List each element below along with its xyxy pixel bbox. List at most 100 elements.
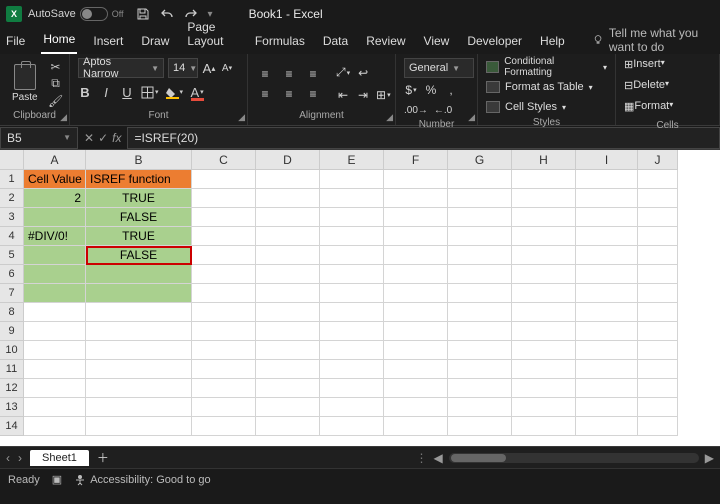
cell-H6[interactable] xyxy=(512,265,576,284)
cell-A5[interactable] xyxy=(24,246,86,265)
cell-H7[interactable] xyxy=(512,284,576,303)
cell-E10[interactable] xyxy=(320,341,384,360)
cell-H4[interactable] xyxy=(512,227,576,246)
cell-J3[interactable] xyxy=(638,208,678,227)
cell-A9[interactable] xyxy=(24,322,86,341)
delete-cells-button[interactable]: ⊟Delete▾ xyxy=(624,79,673,98)
cell-I10[interactable] xyxy=(576,341,638,360)
cell-D7[interactable] xyxy=(256,284,320,303)
cell-D4[interactable] xyxy=(256,227,320,246)
cell-H3[interactable] xyxy=(512,208,576,227)
cell-J1[interactable] xyxy=(638,170,678,189)
cell-I9[interactable] xyxy=(576,322,638,341)
row-header-10[interactable]: 10 xyxy=(0,341,24,360)
align-left-icon[interactable]: ≡ xyxy=(256,86,274,102)
align-center-icon[interactable]: ≡ xyxy=(280,86,298,102)
cell-A7[interactable] xyxy=(24,284,86,303)
col-header-F[interactable]: F xyxy=(384,150,448,170)
cell-I8[interactable] xyxy=(576,303,638,322)
cell-I3[interactable] xyxy=(576,208,638,227)
cell-A2[interactable]: 2 xyxy=(24,189,86,208)
col-header-B[interactable]: B xyxy=(86,150,192,170)
clipboard-launcher-icon[interactable]: ◢ xyxy=(60,112,67,123)
cell-E11[interactable] xyxy=(320,360,384,379)
menu-insert[interactable]: Insert xyxy=(91,30,125,54)
scroll-left-icon[interactable]: ◀ xyxy=(434,451,443,465)
macro-record-icon[interactable]: ▣ xyxy=(52,473,62,486)
row-header-1[interactable]: 1 xyxy=(0,170,24,189)
cell-J2[interactable] xyxy=(638,189,678,208)
cell-C12[interactable] xyxy=(192,379,256,398)
cell-E3[interactable] xyxy=(320,208,384,227)
cell-F10[interactable] xyxy=(384,341,448,360)
cell-A6[interactable] xyxy=(24,265,86,284)
cell-I7[interactable] xyxy=(576,284,638,303)
menu-draw[interactable]: Draw xyxy=(139,30,171,54)
row-header-14[interactable]: 14 xyxy=(0,417,24,436)
cell-D9[interactable] xyxy=(256,322,320,341)
col-header-E[interactable]: E xyxy=(320,150,384,170)
cell-C3[interactable] xyxy=(192,208,256,227)
menu-formulas[interactable]: Formulas xyxy=(253,30,307,54)
cell-F3[interactable] xyxy=(384,208,448,227)
cell-F14[interactable] xyxy=(384,417,448,436)
row-header-12[interactable]: 12 xyxy=(0,379,24,398)
cell-C4[interactable] xyxy=(192,227,256,246)
row-header-13[interactable]: 13 xyxy=(0,398,24,417)
cell-G7[interactable] xyxy=(448,284,512,303)
cell-G1[interactable] xyxy=(448,170,512,189)
decrease-indent-icon[interactable]: ⇤ xyxy=(336,87,350,103)
cell-C6[interactable] xyxy=(192,265,256,284)
cell-A3[interactable] xyxy=(24,208,86,227)
accept-formula-icon[interactable]: ✓ xyxy=(98,131,108,145)
cell-J8[interactable] xyxy=(638,303,678,322)
name-box[interactable]: B5▼ xyxy=(0,127,78,149)
borders-icon[interactable]: ▾ xyxy=(141,84,159,100)
cancel-formula-icon[interactable]: ✕ xyxy=(84,131,94,145)
row-header-6[interactable]: 6 xyxy=(0,265,24,284)
cell-H13[interactable] xyxy=(512,398,576,417)
col-header-D[interactable]: D xyxy=(256,150,320,170)
cell-F6[interactable] xyxy=(384,265,448,284)
cell-A11[interactable] xyxy=(24,360,86,379)
cell-G4[interactable] xyxy=(448,227,512,246)
cell-C13[interactable] xyxy=(192,398,256,417)
cell-I2[interactable] xyxy=(576,189,638,208)
copy-icon[interactable]: ⧉ xyxy=(48,77,64,91)
cell-D13[interactable] xyxy=(256,398,320,417)
cell-J11[interactable] xyxy=(638,360,678,379)
row-header-11[interactable]: 11 xyxy=(0,360,24,379)
cell-E14[interactable] xyxy=(320,417,384,436)
cell-D5[interactable] xyxy=(256,246,320,265)
cell-B10[interactable] xyxy=(86,341,192,360)
decrease-font-icon[interactable]: A▾ xyxy=(220,60,234,76)
menu-data[interactable]: Data xyxy=(321,30,350,54)
cell-D3[interactable] xyxy=(256,208,320,227)
cell-H1[interactable] xyxy=(512,170,576,189)
cell-G5[interactable] xyxy=(448,246,512,265)
cell-C7[interactable] xyxy=(192,284,256,303)
accessibility-status[interactable]: Accessibility: Good to go xyxy=(74,474,210,486)
cell-H11[interactable] xyxy=(512,360,576,379)
cell-I11[interactable] xyxy=(576,360,638,379)
cell-F13[interactable] xyxy=(384,398,448,417)
cell-styles-button[interactable]: Cell Styles▾ xyxy=(486,98,607,116)
cut-icon[interactable]: ✂ xyxy=(48,60,64,74)
percent-format-icon[interactable]: % xyxy=(424,82,438,98)
sheet-nav-next-icon[interactable]: › xyxy=(18,451,22,465)
cell-I13[interactable] xyxy=(576,398,638,417)
row-header-9[interactable]: 9 xyxy=(0,322,24,341)
number-format-dropdown[interactable]: General▼ xyxy=(404,58,474,78)
cell-J12[interactable] xyxy=(638,379,678,398)
cell-I14[interactable] xyxy=(576,417,638,436)
merge-center-icon[interactable]: ⊞▾ xyxy=(376,87,391,103)
cell-J13[interactable] xyxy=(638,398,678,417)
cell-E5[interactable] xyxy=(320,246,384,265)
cell-F8[interactable] xyxy=(384,303,448,322)
cell-H2[interactable] xyxy=(512,189,576,208)
cell-A8[interactable] xyxy=(24,303,86,322)
scroll-right-icon[interactable]: ▶ xyxy=(705,451,714,465)
paste-button[interactable]: Paste xyxy=(8,62,42,105)
cell-H12[interactable] xyxy=(512,379,576,398)
autosave-control[interactable]: AutoSave Off xyxy=(28,7,124,21)
